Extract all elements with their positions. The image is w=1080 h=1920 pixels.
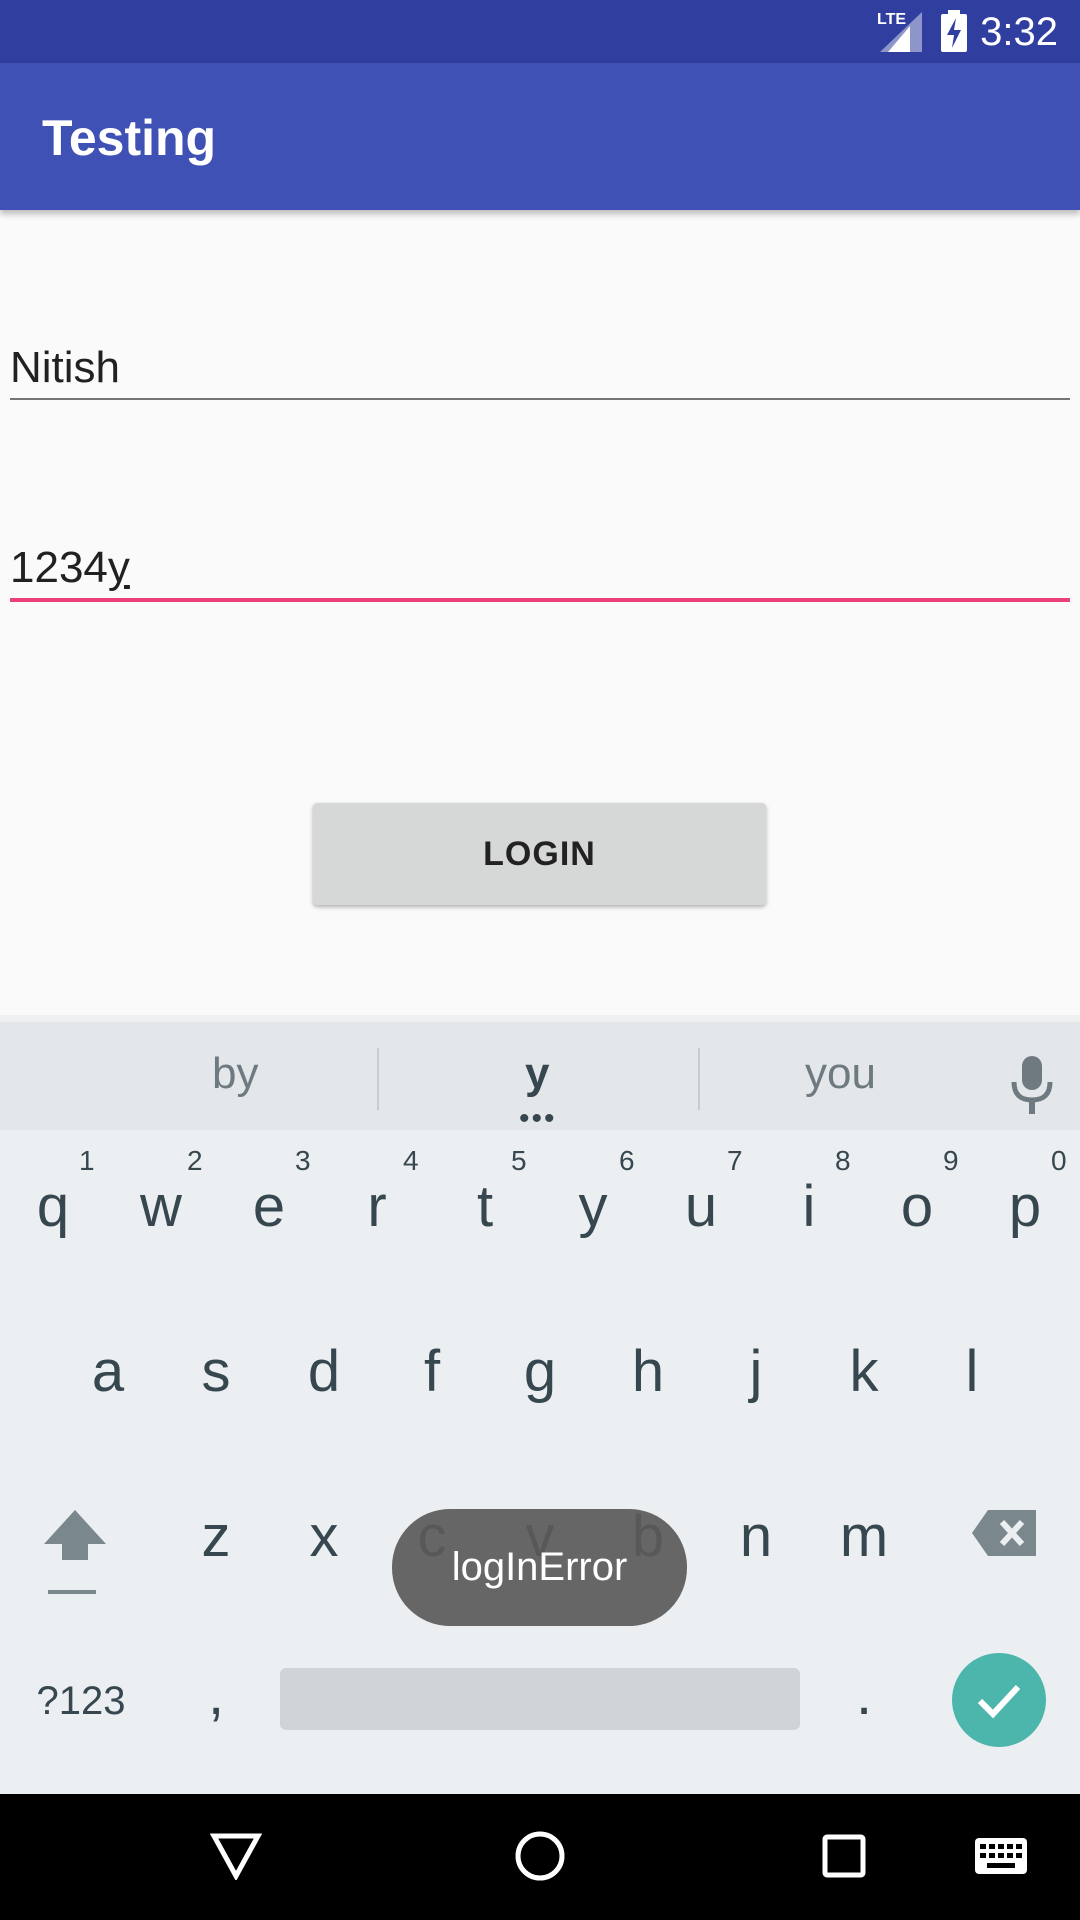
key-s[interactable]: s	[171, 1337, 261, 1407]
key-y[interactable]: y	[548, 1172, 638, 1242]
password-field[interactable]: 1234y	[10, 538, 1070, 602]
more-suggestions-dots: •••	[519, 1102, 557, 1135]
shift-icon[interactable]	[42, 1508, 108, 1598]
key-a[interactable]: a	[63, 1337, 153, 1407]
navigation-bar	[0, 1794, 1080, 1920]
key-x[interactable]: x	[279, 1502, 369, 1572]
password-composing-char: y	[107, 543, 130, 592]
suggestion-by[interactable]: by	[212, 1044, 258, 1104]
key-h[interactable]: h	[603, 1337, 693, 1407]
space-key[interactable]	[280, 1668, 800, 1730]
key-p[interactable]: p	[980, 1172, 1070, 1242]
username-field[interactable]: Nitish	[10, 338, 1070, 400]
key-u[interactable]: u	[656, 1172, 746, 1242]
key-i[interactable]: i	[764, 1172, 854, 1242]
app-bar: Testing	[0, 63, 1080, 210]
username-value: Nitish	[10, 343, 121, 392]
checkmark-icon	[977, 1684, 1021, 1719]
app-title: Testing	[42, 110, 217, 166]
key-f[interactable]: f	[387, 1337, 477, 1407]
key-r[interactable]: r	[332, 1172, 422, 1242]
toast-message: logInError	[392, 1509, 687, 1626]
back-icon[interactable]	[210, 1832, 262, 1880]
key-l[interactable]: l	[927, 1337, 1017, 1407]
key-n[interactable]: n	[711, 1502, 801, 1572]
suggestion-bar: by y ••• you	[0, 1015, 1080, 1135]
key-g[interactable]: g	[495, 1337, 585, 1407]
suggestion-you[interactable]: you	[805, 1044, 876, 1104]
period-key[interactable]: .	[819, 1660, 909, 1730]
key-q[interactable]: q	[8, 1172, 98, 1242]
enter-key[interactable]	[952, 1653, 1046, 1747]
key-o[interactable]: o	[872, 1172, 962, 1242]
mic-icon[interactable]	[1010, 1054, 1054, 1116]
backspace-icon[interactable]	[970, 1508, 1038, 1558]
key-m[interactable]: m	[819, 1502, 909, 1572]
recents-icon[interactable]	[822, 1834, 866, 1878]
suggestion-y[interactable]: y	[525, 1044, 549, 1104]
comma-key[interactable]: ,	[171, 1660, 261, 1730]
key-d[interactable]: d	[279, 1337, 369, 1407]
symbols-key[interactable]: ?123	[36, 1666, 126, 1736]
status-bar: LTE 3:32	[0, 0, 1080, 63]
key-j[interactable]: j	[711, 1337, 801, 1407]
suggestion-divider	[377, 1048, 379, 1110]
login-button[interactable]: LOGIN	[313, 803, 766, 905]
signal-icon	[880, 12, 922, 52]
battery-charging-icon	[941, 10, 967, 52]
suggestion-divider	[698, 1048, 700, 1110]
keyboard-icon[interactable]	[975, 1838, 1027, 1874]
password-value: 1234	[10, 543, 108, 592]
home-icon[interactable]	[514, 1830, 566, 1882]
key-w[interactable]: w	[116, 1172, 206, 1242]
status-time: 3:32	[980, 10, 1058, 54]
key-t[interactable]: t	[440, 1172, 530, 1242]
key-z[interactable]: z	[171, 1502, 261, 1572]
key-k[interactable]: k	[819, 1337, 909, 1407]
key-e[interactable]: e	[224, 1172, 314, 1242]
